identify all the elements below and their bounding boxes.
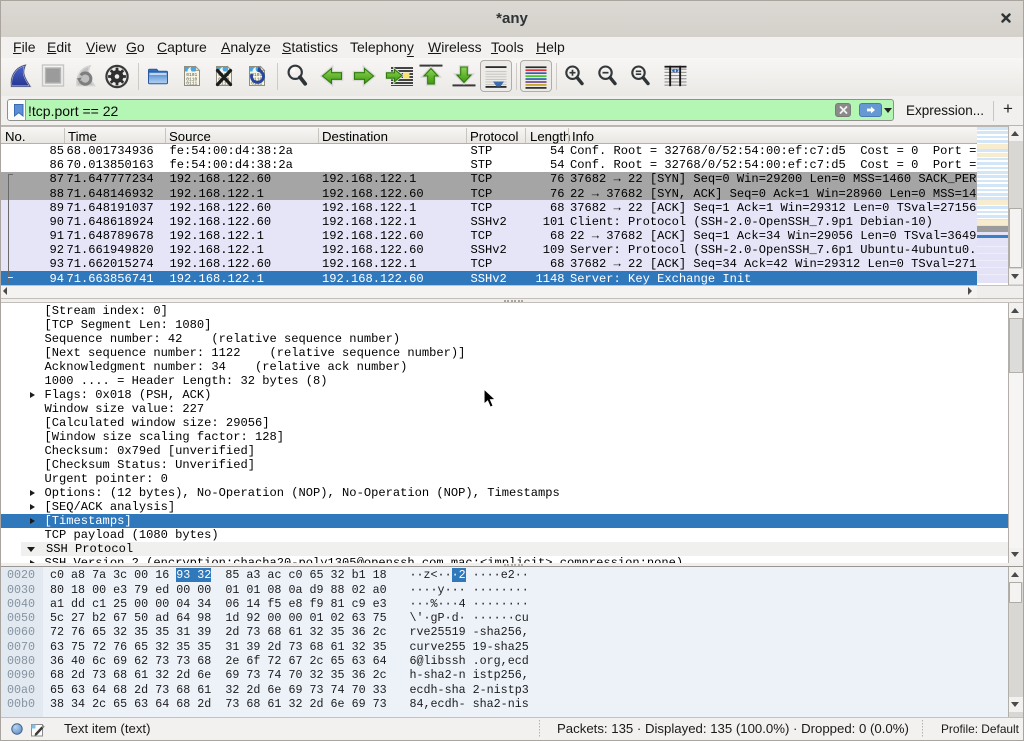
svg-text:0111: 0111 <box>186 81 197 87</box>
